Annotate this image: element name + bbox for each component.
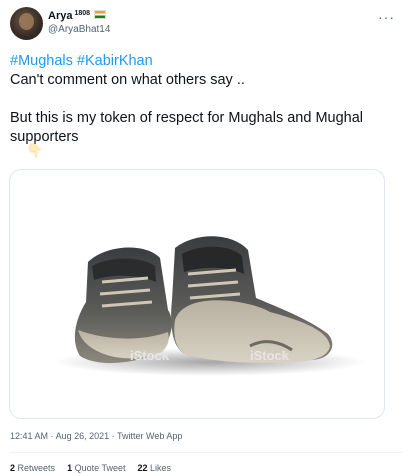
likes-stat[interactable]: 22 Likes — [137, 463, 171, 473]
tweet-meta: 12:41 AM · Aug 26, 2021 · Twitter Web Ap… — [10, 431, 182, 441]
hashtag-kabirkhan[interactable]: #KabirKhan — [77, 53, 153, 69]
retweets-label: Retweets — [17, 463, 56, 473]
tweet-date[interactable]: Aug 26, 2021 — [56, 431, 110, 441]
avatar[interactable] — [10, 7, 43, 40]
pointing-down-hand-icon: 👇 — [26, 142, 44, 158]
quote-tweets-stat[interactable]: 1 Quote Tweet — [67, 463, 125, 473]
tweet-stats: 2 Retweets 1 Quote Tweet 22 Likes — [10, 463, 171, 473]
likes-label: Likes — [150, 463, 172, 473]
hashtag-mughals[interactable]: #Mughals — [10, 53, 73, 69]
likes-count: 22 — [137, 463, 148, 473]
divider — [10, 452, 403, 453]
author-name-superscript: 1808 — [74, 9, 91, 17]
quotes-count: 1 — [67, 463, 73, 473]
quotes-label: Quote Tweet — [74, 463, 126, 473]
tweet-time[interactable]: 12:41 AM — [10, 431, 48, 441]
meta-separator: · — [111, 431, 115, 441]
tweet-line-1: Can't comment on what others say .. — [10, 72, 245, 88]
india-flag-icon — [94, 9, 107, 19]
worn-boots-image-icon — [55, 236, 365, 376]
more-options-icon[interactable]: ··· — [378, 9, 395, 25]
watermark: iStock — [130, 348, 170, 363]
retweets-stat[interactable]: 2 Retweets — [10, 463, 55, 473]
meta-separator: · — [50, 431, 54, 441]
tweet-line-2: But this is my token of respect for Mugh… — [10, 110, 364, 145]
tweet-header: Arya 1808 @AryaBhat14 ··· — [0, 0, 413, 44]
author-name-row[interactable]: Arya 1808 — [48, 9, 107, 22]
tweet-source[interactable]: Twitter Web App — [117, 431, 182, 441]
tweet-media-image[interactable]: iStock iStock — [9, 169, 385, 419]
author-name[interactable]: Arya — [48, 10, 72, 22]
watermark: iStock — [250, 348, 290, 363]
author-handle[interactable]: @AryaBhat14 — [48, 24, 110, 35]
tweet-text: #Mughals #KabirKhan Can't comment on wha… — [10, 52, 405, 147]
retweets-count: 2 — [10, 463, 16, 473]
